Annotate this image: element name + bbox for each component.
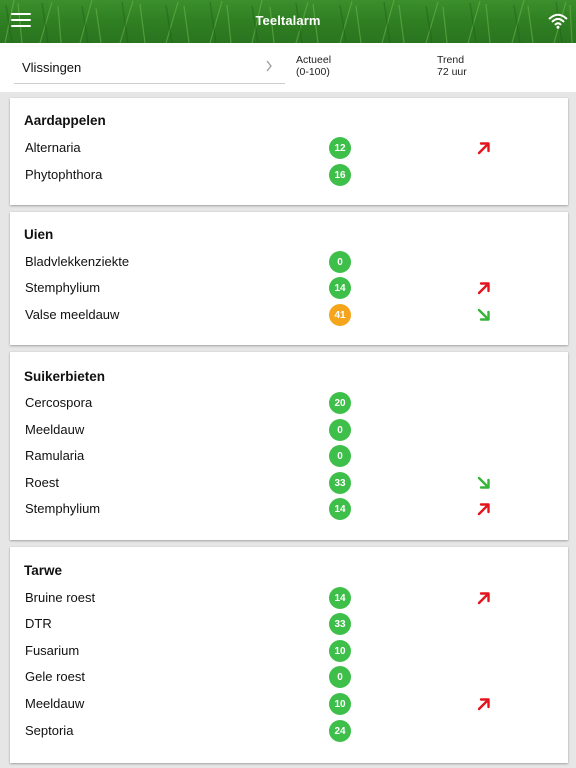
column-header-actueel-label: Actueel xyxy=(296,54,332,66)
chevron-right-icon xyxy=(266,60,272,72)
disease-row[interactable]: Bladvlekkenziekte 0 xyxy=(10,248,568,275)
subheader: Vlissingen Actueel (0-100) Trend 72 uur xyxy=(0,43,576,92)
risk-value-badge: 24 xyxy=(329,720,351,742)
disease-name: Alternaria xyxy=(25,140,81,155)
disease-name: Ramularia xyxy=(25,448,85,463)
column-header-trend-label: Trend xyxy=(437,54,465,66)
trend-up-arrow-icon xyxy=(476,590,492,606)
location-name: Vlissingen xyxy=(22,60,82,75)
risk-value-badge: 0 xyxy=(329,666,351,688)
disease-row[interactable]: Stemphylium 14 xyxy=(10,495,568,522)
disease-row[interactable]: Fusarium 10 xyxy=(10,637,568,664)
trend-down-arrow-icon xyxy=(476,475,492,491)
crop-title: Uien xyxy=(24,227,54,242)
risk-value-badge: 12 xyxy=(329,137,351,159)
risk-value-badge: 10 xyxy=(329,640,351,662)
disease-row[interactable]: Gele roest 0 xyxy=(10,663,568,690)
trend-up-arrow-icon xyxy=(476,696,492,712)
disease-row[interactable]: Meeldauw 0 xyxy=(10,416,568,443)
disease-name: Stemphylium xyxy=(25,501,101,516)
disease-row[interactable]: Bruine roest 14 xyxy=(10,584,568,611)
risk-value-badge: 33 xyxy=(329,472,351,494)
disease-name: Valse meeldauw xyxy=(25,307,120,322)
disease-name: Septoria xyxy=(25,723,74,738)
disease-name: Phytophthora xyxy=(25,167,103,182)
disease-name: Meeldauw xyxy=(25,422,85,437)
risk-value-badge: 20 xyxy=(329,392,351,414)
disease-row[interactable]: Meeldauw 10 xyxy=(10,690,568,717)
risk-value-badge: 0 xyxy=(329,251,351,273)
disease-name: Cercospora xyxy=(25,395,93,410)
disease-row[interactable]: Stemphylium 14 xyxy=(10,274,568,301)
disease-name: Stemphylium xyxy=(25,280,101,295)
disease-row[interactable]: Roest 33 xyxy=(10,469,568,496)
app-title: Teeltalarm xyxy=(255,13,321,28)
disease-row[interactable]: Alternaria 12 xyxy=(10,134,568,161)
risk-value-badge: 10 xyxy=(329,693,351,715)
crop-title: Suikerbieten xyxy=(24,369,106,384)
crop-card-tarwe: Tarwe Bruine roest 14 DTR 33 Fusarium 10… xyxy=(10,547,568,763)
crop-title: Aardappelen xyxy=(24,113,106,128)
trend-up-arrow-icon xyxy=(476,501,492,517)
column-header-actueel-range: (0-100) xyxy=(296,66,330,78)
risk-value-badge: 14 xyxy=(329,498,351,520)
disease-row[interactable]: Septoria 24 xyxy=(10,717,568,744)
crop-title: Tarwe xyxy=(24,563,63,578)
top-app-bar: Teeltalarm xyxy=(0,0,576,43)
disease-row[interactable]: DTR 33 xyxy=(10,610,568,637)
app-root: Teeltalarm Vlissingen Actueel (0-100) Tr… xyxy=(0,0,576,768)
risk-value-badge: 14 xyxy=(329,277,351,299)
column-header-trend-period: 72 uur xyxy=(437,66,467,78)
column-header-trend: Trend 72 uur xyxy=(437,54,467,78)
trend-down-arrow-icon xyxy=(476,307,492,323)
trend-up-arrow-icon xyxy=(476,280,492,296)
disease-name: Fusarium xyxy=(25,643,80,658)
disease-row[interactable]: Ramularia 0 xyxy=(10,442,568,469)
disease-row[interactable]: Phytophthora 16 xyxy=(10,161,568,188)
column-header-actueel: Actueel (0-100) xyxy=(296,54,331,78)
crop-card-suikerbieten: Suikerbieten Cercospora 20 Meeldauw 0 Ra… xyxy=(10,352,568,540)
location-selector[interactable]: Vlissingen xyxy=(14,51,285,84)
risk-value-badge: 33 xyxy=(329,613,351,635)
disease-name: Roest xyxy=(25,475,59,490)
crop-card-aardappelen: Aardappelen Alternaria 12 Phytophthora 1… xyxy=(10,98,568,205)
disease-name: Meeldauw xyxy=(25,696,85,711)
trend-up-arrow-icon xyxy=(476,140,492,156)
risk-value-badge: 41 xyxy=(329,304,351,326)
risk-value-badge: 0 xyxy=(329,419,351,441)
wifi-icon xyxy=(548,13,568,29)
crop-card-uien: Uien Bladvlekkenziekte 0 Stemphylium 14 … xyxy=(10,212,568,345)
disease-name: Gele roest xyxy=(25,669,85,684)
disease-name: DTR xyxy=(25,616,52,631)
disease-row[interactable]: Valse meeldauw 41 xyxy=(10,301,568,328)
disease-name: Bruine roest xyxy=(25,590,96,605)
risk-value-badge: 16 xyxy=(329,164,351,186)
disease-name: Bladvlekkenziekte xyxy=(25,254,130,269)
disease-row[interactable]: Cercospora 20 xyxy=(10,389,568,416)
risk-value-badge: 14 xyxy=(329,587,351,609)
risk-value-badge: 0 xyxy=(329,445,351,467)
